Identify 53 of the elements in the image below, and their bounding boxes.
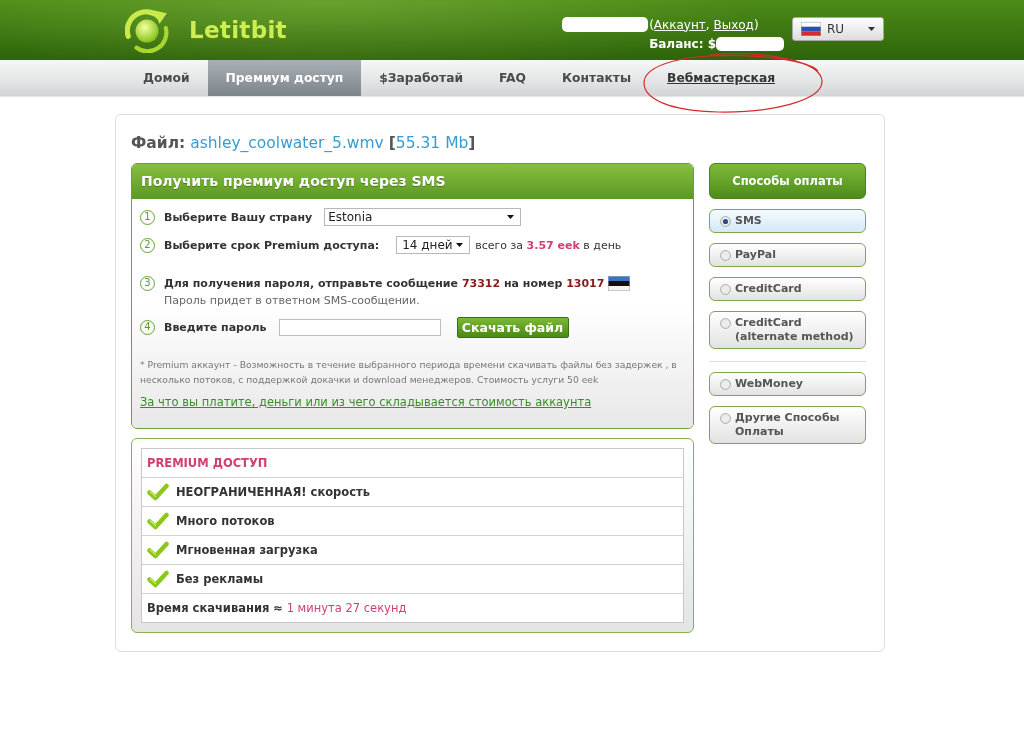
payment-option[interactable]: PayPal — [709, 243, 866, 267]
payment-option[interactable]: CreditCard (alternate method) — [709, 311, 866, 349]
nav-tab[interactable]: FAQ — [481, 60, 545, 96]
hint-text: Пароль придет в ответном SMS-сообщении. — [164, 294, 421, 307]
logo-icon[interactable] — [125, 7, 169, 53]
download-time-text: Время скачивания ≈ 1 минута 27 секунд — [147, 601, 407, 615]
file-heading: Файл: ashley_coolwater_5.wmv [55.31 Mb] — [131, 133, 477, 154]
period-select[interactable]: 14 дней — [396, 236, 471, 254]
language-select[interactable]: RU — [792, 17, 884, 41]
flag-icon — [608, 275, 631, 291]
caret-icon — [456, 243, 464, 247]
radio-icon — [720, 249, 731, 261]
account-link[interactable]: Аккаунт — [653, 17, 706, 32]
logout-link[interactable]: Выход — [713, 17, 754, 32]
radio-icon — [720, 317, 731, 329]
checkmark-icon — [147, 483, 169, 501]
panel-title: Получить премиум доступ через SMS — [132, 164, 693, 199]
country-select[interactable]: Estonia — [324, 208, 522, 226]
flag-icon — [801, 22, 821, 36]
table-heading: PREMIUM ДОСТУП — [147, 456, 268, 470]
feature-text: Мгновенная загрузка — [176, 543, 318, 557]
radio-icon — [720, 283, 731, 295]
feature-text: Без рекламы — [176, 572, 264, 586]
feature-text: НЕОГРАНИЧЕННАЯ! скорость — [176, 485, 370, 499]
account-links-text: (Аккаунт, Выход) — [649, 17, 759, 32]
checkmark-icon — [147, 541, 169, 559]
nav-tab[interactable]: Домой — [125, 60, 208, 96]
balance-label: Баланс: $ — [649, 36, 716, 51]
feature-text: Много потоков — [176, 514, 275, 528]
payment-methods-header: Способы оплаты — [709, 163, 866, 199]
cost-info-link[interactable]: За что вы платите, деньги или из чего складывается стоимость аккаунта — [140, 395, 592, 409]
note-text: * Premium аккаунт - Возможность в течение выбранного периода времени скачивать файлы без задержек , в несколько потоков, с поддержкой докачки и download менеджеров. Стоимость услуги 50 eek — [140, 358, 678, 387]
sms-instruction-text: Для получения пароля, отправьте сообщение 73312 на номер 13017 — [164, 276, 605, 290]
price-text: всего за 3.57 eek в день — [475, 238, 622, 252]
step-label: Введите пароль — [164, 321, 267, 334]
nav-tab[interactable]: $Заработай — [361, 60, 482, 96]
nav-tab[interactable]: Вебмастерская — [649, 60, 794, 96]
radio-icon — [720, 412, 731, 424]
redacted-area — [716, 36, 784, 51]
checkmark-icon — [147, 512, 169, 530]
step-label: Выберите Вашу страну — [164, 210, 313, 224]
payment-option[interactable]: SMS — [709, 209, 866, 233]
caret-icon — [868, 27, 875, 31]
nav-tab[interactable]: Контакты — [544, 60, 650, 96]
radio-icon — [720, 215, 731, 227]
payment-option[interactable]: CreditCard — [709, 277, 866, 301]
payment-option[interactable]: WebMoney — [709, 372, 866, 396]
step-label: Выберите срок Premium доступа: — [164, 238, 380, 252]
caret-icon — [507, 215, 515, 219]
password-field[interactable] — [278, 319, 441, 336]
payment-option[interactable]: Другие Способы Оплаты — [709, 406, 866, 444]
checkmark-icon — [147, 570, 169, 588]
radio-icon — [720, 378, 731, 390]
